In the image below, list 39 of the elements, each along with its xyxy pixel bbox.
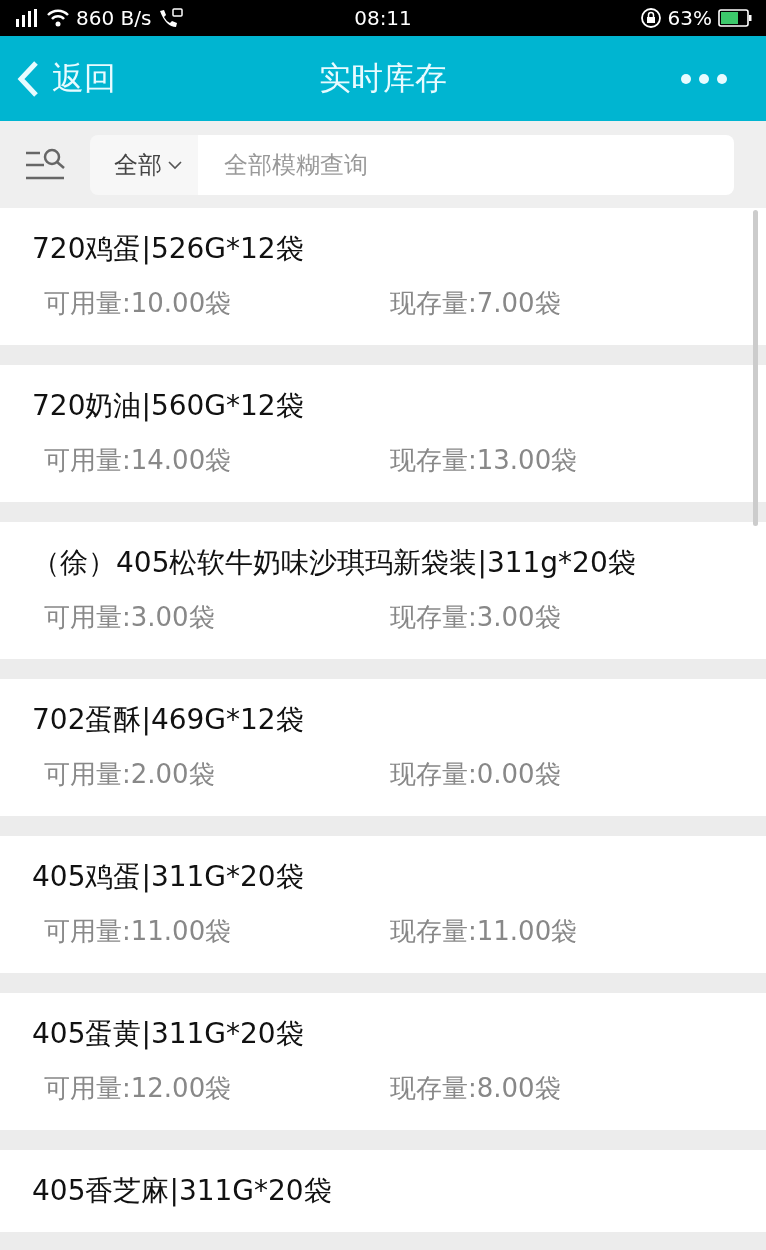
product-name: 702蛋酥|469G*12袋 [32, 703, 305, 737]
stock-quantity: 现存量:13.00袋 [390, 444, 578, 477]
stock-quantity: 现存量:11.00袋 [390, 915, 578, 948]
available-quantity: 可用量:12.00袋 [44, 1072, 233, 1105]
page-title: 实时库存 [319, 57, 447, 99]
available-quantity: 可用量:2.00袋 [44, 758, 216, 791]
stock-quantity: 现存量:8.00袋 [390, 1072, 561, 1105]
stock-card[interactable]: 405鸡蛋|311G*20袋 可用量:11.00袋 现存量:11.00袋 [0, 836, 766, 973]
caret-icon [168, 159, 182, 170]
stock-quantity: 现存量:0.00袋 [390, 758, 561, 791]
scope-dropdown[interactable]: 全部 [90, 134, 198, 195]
phone-icon [157, 8, 184, 28]
product-name: 405蛋黄|311G*20袋 [32, 1017, 305, 1051]
stock-card[interactable]: 405香芝麻|311G*20袋 [0, 1150, 766, 1232]
product-name: 720奶油|560G*12袋 [32, 389, 305, 423]
stock-quantity: 现存量:3.00袋 [390, 601, 561, 634]
search-field[interactable]: 全部模糊查询 [198, 134, 734, 195]
clock: 08:11 [354, 6, 412, 30]
signal-icon [14, 9, 40, 27]
stock-card[interactable]: 405蛋黄|311G*20袋 可用量:12.00袋 现存量:8.00袋 [0, 993, 766, 1130]
stock-card[interactable]: 720奶油|560G*12袋 可用量:14.00袋 现存量:13.00袋 [0, 365, 766, 502]
battery-percent: 63% [667, 6, 712, 30]
network-speed: 860 B/s [76, 6, 152, 30]
product-name: 405鸡蛋|311G*20袋 [32, 860, 305, 894]
available-quantity: 可用量:10.00袋 [44, 287, 233, 320]
stock-card[interactable]: （徐）405松软牛奶味沙琪玛新袋装|311g*20袋 可用量:3.00袋 现存量:3.00袋 [0, 522, 766, 659]
chevron-left-icon [16, 59, 40, 98]
stock-card[interactable]: 702蛋酥|469G*12袋 可用量:2.00袋 现存量:0.00袋 [0, 679, 766, 816]
battery-icon [718, 9, 752, 27]
available-quantity: 可用量:14.00袋 [44, 444, 233, 477]
rotation-lock-icon [639, 7, 662, 29]
wifi-icon [46, 9, 70, 27]
product-name: 405香芝麻|311G*20袋 [32, 1174, 333, 1208]
available-quantity: 可用量:3.00袋 [44, 601, 216, 634]
product-name: 720鸡蛋|526G*12袋 [32, 232, 305, 266]
available-quantity: 可用量:11.00袋 [44, 915, 233, 948]
stock-card[interactable]: 720鸡蛋|526G*12袋 可用量:10.00袋 现存量:7.00袋 [0, 208, 766, 345]
stock-quantity: 现存量:7.00袋 [390, 287, 561, 320]
product-name: （徐）405松软牛奶味沙琪玛新袋装|311g*20袋 [32, 546, 637, 580]
